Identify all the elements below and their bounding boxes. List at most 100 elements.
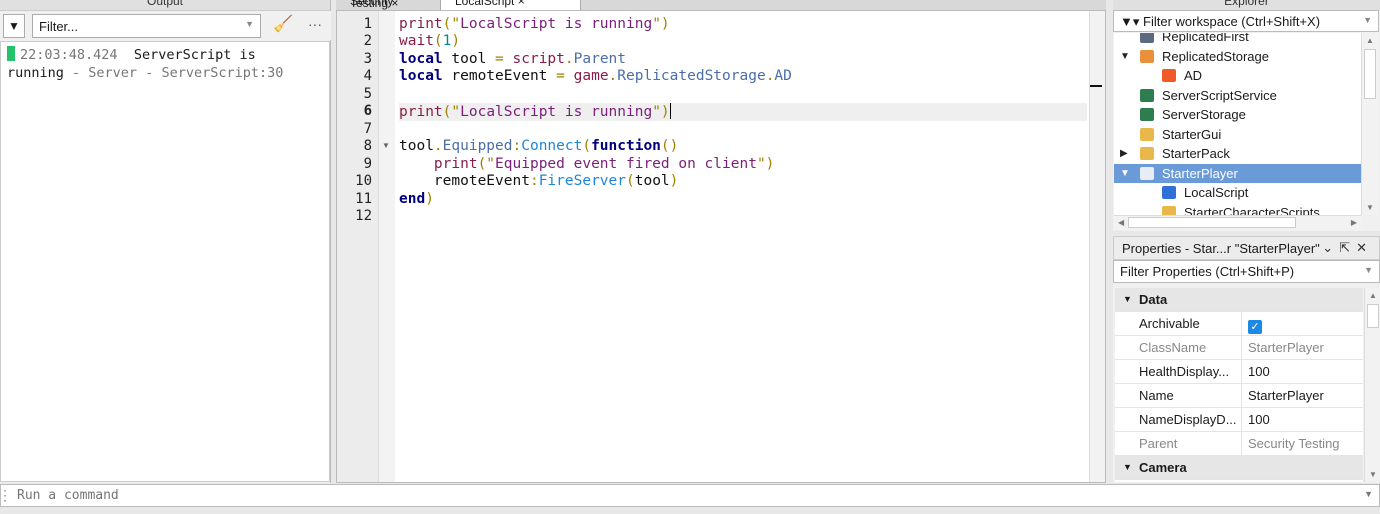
explorer-vertical-scrollbar[interactable]: ▲ ▼ [1361, 33, 1378, 215]
property-row[interactable]: Archivable ✓ [1115, 312, 1363, 336]
code-token-p: ( [433, 33, 443, 50]
code-line[interactable]: end) [399, 191, 1087, 209]
tree-item[interactable]: AD [1114, 66, 1361, 86]
line-number: 6 [363, 103, 372, 120]
property-row[interactable]: Name StarterPlayer [1115, 384, 1363, 408]
script-editor[interactable]: 1 2 3 4 5 6 7 8 9 10 11 12 ▼ print("LocalScript is … [336, 10, 1106, 483]
code-line[interactable]: local tool = script.Parent [399, 51, 1087, 69]
explorer-filter-input[interactable]: ▼▾ Filter workspace (Ctrl+Shift+X) ▼ [1113, 10, 1379, 32]
property-category[interactable]: ▼ Camera [1115, 456, 1363, 480]
tab-localscript[interactable]: LocalScript × [441, 0, 581, 10]
code-token-p: () [660, 138, 679, 155]
code-line[interactable] [399, 121, 1087, 139]
output-filter-dropdown[interactable]: Filter... ▼ [32, 14, 261, 38]
scroll-down-icon[interactable]: ▼ [1369, 470, 1377, 479]
scroll-left-icon[interactable]: ◀ [1118, 218, 1124, 227]
tab-security-testing[interactable]: Security Testing × [336, 0, 441, 10]
scroll-up-icon[interactable]: ▲ [1366, 36, 1374, 45]
undock-icon[interactable]: ⇱ [1339, 240, 1356, 255]
code-token-meth: FireServer [538, 173, 626, 190]
collapse-arrow-icon[interactable]: ▶ [1120, 144, 1128, 163]
code-token-p: : [512, 138, 522, 155]
code-token-op: = [495, 50, 504, 67]
collapse-arrow-icon[interactable]: ▼ [1123, 456, 1132, 479]
scroll-thumb[interactable] [1367, 304, 1379, 328]
tree-item[interactable]: LocalScript [1114, 183, 1361, 203]
code-token-p: ( [626, 173, 635, 190]
filter-icon[interactable]: ▼ [3, 14, 25, 38]
scroll-right-icon[interactable]: ▶ [1351, 218, 1357, 227]
drag-handle-icon[interactable]: · · · [3, 484, 7, 506]
chevron-down-icon: ▼ [1364, 265, 1373, 275]
code-area[interactable]: print("LocalScript is running") wait(1) lo… [399, 11, 1087, 482]
property-value[interactable]: StarterPlayer [1241, 384, 1363, 407]
tree-item[interactable]: ReplicatedFirst [1114, 33, 1361, 47]
explorer-panel: Explorer ▼▾ Filter workspace (Ctrl+Shift… [1113, 0, 1380, 231]
chevron-down-icon[interactable]: ⌄ [1322, 240, 1339, 255]
code-line[interactable]: remoteEvent:FireServer(tool) [399, 173, 1087, 191]
folder-icon [1162, 205, 1176, 215]
code-token-p: ") [652, 104, 670, 121]
expand-arrow-icon[interactable]: ▼ [1120, 47, 1130, 66]
scroll-thumb[interactable] [1128, 217, 1296, 228]
properties-filter-input[interactable]: Filter Properties (Ctrl+Shift+P) ▼ [1113, 260, 1380, 283]
line-number: 9 [363, 155, 372, 172]
code-token-kw: end [399, 190, 426, 207]
checkbox-checked-icon[interactable]: ✓ [1248, 320, 1262, 334]
explorer-tree: ReplicatedFirst ▼ ReplicatedStorage AD Serve… [1114, 33, 1361, 215]
tree-item[interactable]: ▼ StarterPlayer [1114, 163, 1361, 183]
scroll-down-icon[interactable]: ▼ [1366, 203, 1374, 212]
collapse-arrow-icon[interactable]: ▼ [1123, 288, 1132, 311]
property-row[interactable]: HealthDisplay... 100 [1115, 360, 1363, 384]
property-value[interactable]: ✓ [1241, 312, 1363, 335]
code-line[interactable]: print("LocalScript is running") [399, 16, 1087, 34]
tree-item[interactable]: ▶ StarterPack [1114, 144, 1361, 164]
code-token-mem: Parent [573, 50, 627, 67]
code-token-print: game [573, 68, 609, 85]
chevron-down-icon[interactable]: ▼ [1364, 489, 1373, 499]
properties-header: Properties - Star...r "StarterPlayer" ⌄⇱… [1113, 236, 1380, 260]
code-token-id: remoteEvent [442, 68, 557, 85]
output-filter-placeholder: Filter... [39, 19, 79, 34]
tree-item-label: ServerScriptService [1162, 87, 1277, 103]
command-input[interactable] [11, 485, 1361, 506]
log-source[interactable]: - Server - ServerScript:30 [64, 65, 283, 81]
tree-item[interactable]: ServerScriptService [1114, 86, 1361, 106]
property-value[interactable]: 100 [1241, 408, 1363, 431]
tree-item-label: StarterCharacterScripts [1184, 204, 1320, 216]
property-row[interactable]: ClassName StarterPlayer [1115, 336, 1363, 360]
tree-item[interactable]: StarterGui [1114, 125, 1361, 145]
code-line[interactable] [399, 86, 1087, 104]
broom-clear-icon[interactable]: 🧹 [272, 14, 294, 38]
code-token-p: ") [756, 155, 775, 172]
property-category[interactable]: ▼ Data [1115, 288, 1363, 312]
scroll-up-icon[interactable]: ▲ [1369, 291, 1377, 300]
line-number: 10 [355, 173, 372, 190]
code-token-p: ) [451, 33, 461, 50]
properties-scrollbar[interactable]: ▲ ▼ [1364, 288, 1380, 482]
property-row[interactable]: Parent Security Testing [1115, 432, 1363, 456]
code-line[interactable]: print("LocalScript is running") [399, 103, 1087, 121]
tree-item[interactable]: StarterCharacterScripts [1114, 203, 1361, 216]
expand-arrow-icon[interactable]: ▼ [1120, 164, 1130, 183]
property-value[interactable]: 100 [1241, 360, 1363, 383]
explorer-horizontal-scrollbar[interactable]: ◀ ▶ [1114, 215, 1361, 230]
log-text: ServerScript is [133, 47, 256, 63]
more-options-icon[interactable]: ··· [308, 16, 322, 32]
scroll-thumb[interactable] [1364, 49, 1376, 99]
property-row[interactable]: NameDisplayD... 100 [1115, 408, 1363, 432]
server-script-service-icon [1140, 88, 1154, 102]
code-line[interactable]: wait(1) [399, 33, 1087, 51]
tree-item[interactable]: ▼ ReplicatedStorage [1114, 47, 1361, 67]
close-icon[interactable]: ✕ [1356, 240, 1373, 255]
tree-item[interactable]: ServerStorage [1114, 105, 1361, 125]
code-token-str: Equipped event fired on client [495, 155, 757, 172]
code-line[interactable]: local remoteEvent = game.ReplicatedStora… [399, 68, 1087, 86]
fold-arrow-icon[interactable]: ▼ [382, 141, 390, 150]
code-line[interactable]: print("Equipped event fired on client") [399, 156, 1087, 174]
message-marker [7, 46, 15, 61]
tree-item-label: ReplicatedFirst [1162, 33, 1249, 44]
code-line[interactable] [399, 208, 1087, 226]
code-line[interactable]: tool.Equipped:Connect(function() [399, 138, 1087, 156]
editor-scrollbar[interactable] [1089, 11, 1105, 482]
